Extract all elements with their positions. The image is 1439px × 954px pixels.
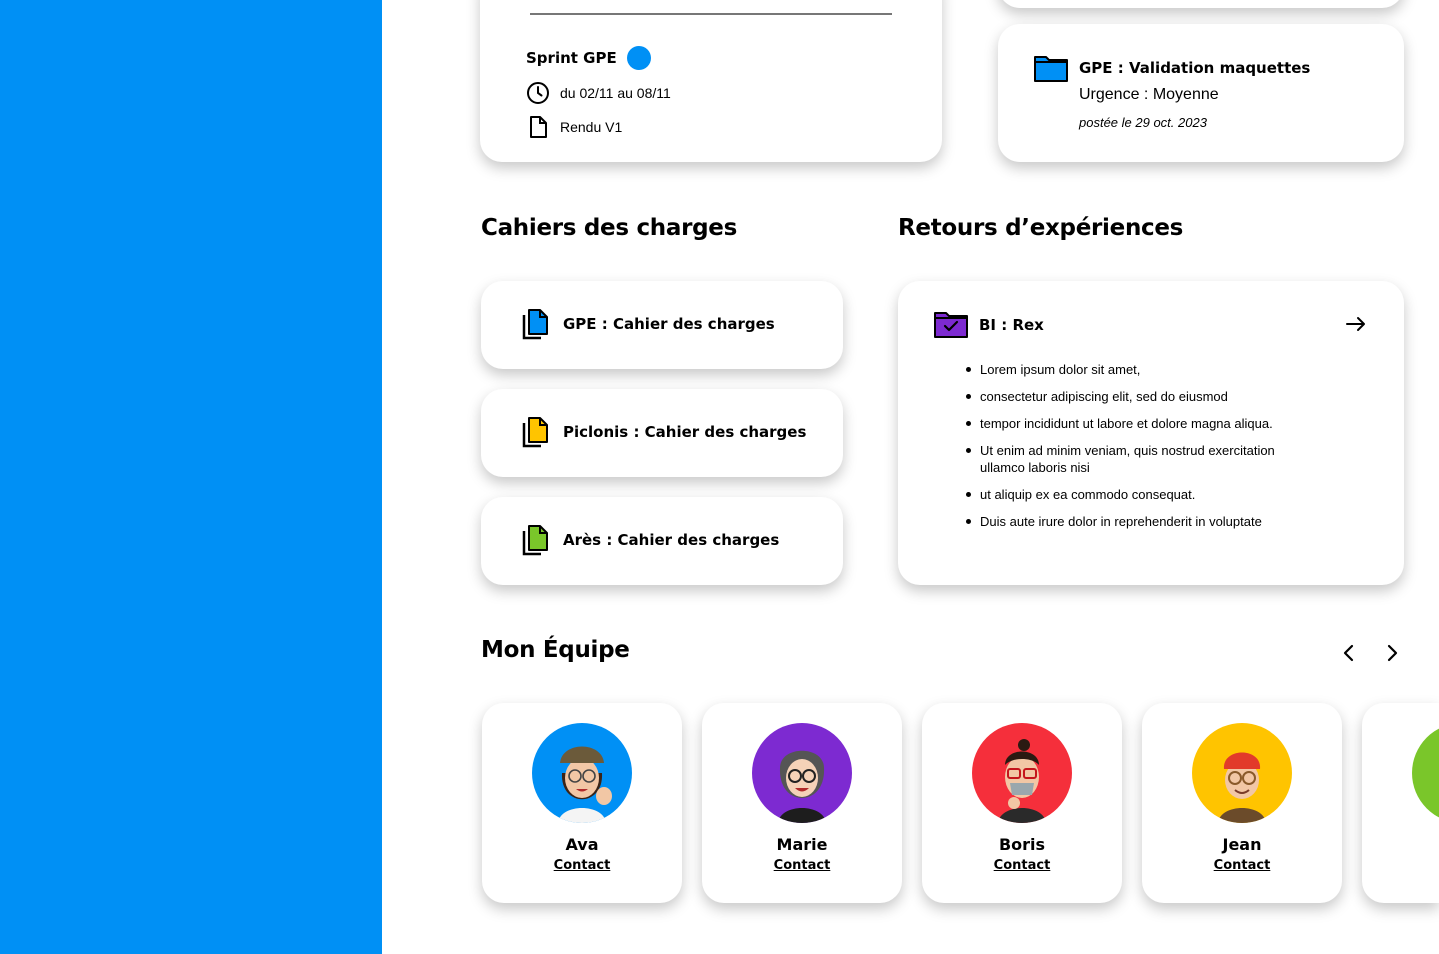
cdc-label: Piclonis : Cahier des charges	[563, 423, 807, 441]
validation-posted-date: postée le 29 oct. 2023	[1079, 115, 1207, 130]
chevron-right-icon[interactable]	[1380, 641, 1404, 665]
avatar	[1412, 723, 1439, 823]
chevron-left-icon[interactable]	[1337, 641, 1361, 665]
clock-icon	[526, 81, 550, 105]
folder-check-icon	[934, 310, 968, 342]
contact-link[interactable]: Contact	[1142, 858, 1342, 873]
contact-link[interactable]: Contact	[482, 858, 682, 873]
member-name: Marie	[776, 835, 828, 854]
sprint-dates: du 02/11 au 08/11	[560, 85, 671, 101]
divider	[530, 13, 892, 15]
cdc-label: Arès : Cahier des charges	[563, 531, 780, 549]
avatar	[1192, 723, 1292, 823]
avatar	[752, 723, 852, 823]
rex-bullet-list: Lorem ipsum dolor sit amet, consectetur …	[966, 361, 1320, 540]
sidebar	[0, 0, 382, 954]
member-card-marie[interactable]: Marie Contact	[702, 703, 902, 903]
task-card-previous[interactable]	[998, 0, 1404, 8]
arrow-right-icon[interactable]	[1346, 314, 1366, 338]
status-dot	[626, 46, 651, 70]
member-card-jean[interactable]: Jean Contact	[1142, 703, 1342, 903]
list-item: Duis aute irure dolor in reprehenderit i…	[966, 513, 1320, 530]
cdc-card-ares[interactable]: Arès : Cahier des charges	[481, 497, 843, 585]
validation-title: GPE : Validation maquettes	[1079, 59, 1311, 77]
list-item: Lorem ipsum dolor sit amet,	[966, 361, 1320, 378]
list-item: Ut enim ad minim veniam, quis nostrud ex…	[966, 442, 1320, 476]
contact-link[interactable]: C	[1362, 858, 1439, 873]
member-card-ava[interactable]: Ava Contact	[482, 703, 682, 903]
file-icon	[526, 115, 550, 139]
validation-card[interactable]: GPE : Validation maquettes Urgence : Moy…	[998, 24, 1404, 162]
sprint-deliverable: Rendu V1	[560, 119, 623, 135]
member-name: Jean	[1222, 835, 1262, 854]
cdc-card-gpe[interactable]: GPE : Cahier des charges	[481, 281, 843, 369]
documents-icon	[521, 308, 549, 344]
list-item: consectetur adipiscing elit, sed do eius…	[966, 388, 1320, 405]
member-name: Ava	[565, 835, 599, 854]
folder-icon	[1034, 54, 1068, 86]
member-card-boris[interactable]: Boris Contact	[922, 703, 1122, 903]
cahiers-heading: Cahiers des charges	[481, 215, 737, 241]
member-name: Boris	[998, 835, 1046, 854]
avatar	[972, 723, 1072, 823]
team-heading: Mon Équipe	[481, 637, 630, 663]
member-card-partial[interactable]: C	[1362, 703, 1439, 903]
rex-card[interactable]: BI : Rex Lorem ipsum dolor sit amet, con…	[898, 281, 1404, 585]
documents-icon	[521, 524, 549, 560]
documents-icon	[521, 416, 549, 452]
list-item: ut aliquip ex ea commodo consequat.	[966, 486, 1320, 503]
contact-link[interactable]: Contact	[702, 858, 902, 873]
cdc-label: GPE : Cahier des charges	[563, 315, 775, 333]
validation-urgency: Urgence : Moyenne	[1079, 86, 1219, 103]
list-item: tempor incididunt ut labore et dolore ma…	[966, 415, 1320, 432]
avatar	[532, 723, 632, 823]
rex-heading: Retours d’expériences	[898, 215, 1184, 241]
contact-link[interactable]: Contact	[922, 858, 1122, 873]
sprint-card[interactable]: Sprint GPE du 02/11 au 08/11 Rendu V1	[480, 0, 942, 162]
sprint-title: Sprint GPE	[526, 49, 617, 67]
cdc-card-piclonis[interactable]: Piclonis : Cahier des charges	[481, 389, 843, 477]
rex-title: BI : Rex	[979, 316, 1044, 334]
